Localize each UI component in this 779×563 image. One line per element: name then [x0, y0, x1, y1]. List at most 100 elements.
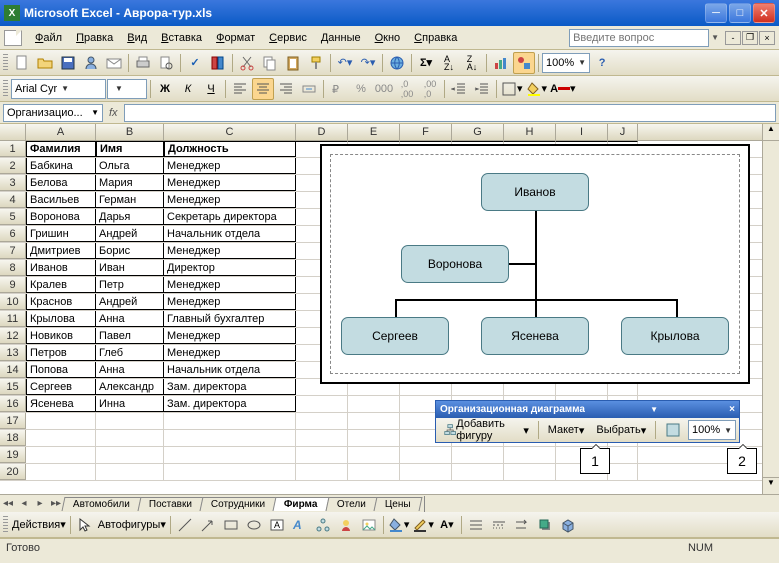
open-button[interactable] [34, 52, 56, 74]
cell-D17[interactable] [296, 413, 348, 429]
cell-B7[interactable]: Борис [96, 243, 164, 259]
font-size-combo[interactable]: ▼ [107, 79, 147, 99]
cell-B16[interactable]: Инна [96, 396, 164, 412]
row-header-11[interactable]: 11 [0, 311, 26, 327]
cell-A16[interactable]: Ясенева [26, 396, 96, 412]
print-button[interactable] [132, 52, 154, 74]
row-header-9[interactable]: 9 [0, 277, 26, 293]
menu-данные[interactable]: Данные [314, 29, 368, 47]
row-header-13[interactable]: 13 [0, 345, 26, 361]
cell-F19[interactable] [400, 447, 452, 463]
org-toolbar-close[interactable]: × [729, 404, 735, 415]
email-button[interactable] [103, 52, 125, 74]
cell-B3[interactable]: Мария [96, 175, 164, 191]
cell-A5[interactable]: Воронова [26, 209, 96, 225]
print-preview-button[interactable] [155, 52, 177, 74]
cell-A17[interactable] [26, 413, 96, 429]
cell-A13[interactable]: Петров [26, 345, 96, 361]
bold-button[interactable]: Ж [154, 78, 176, 100]
cell-B17[interactable] [96, 413, 164, 429]
help-question-input[interactable] [569, 29, 709, 47]
row-header-7[interactable]: 7 [0, 243, 26, 259]
row-header-6[interactable]: 6 [0, 226, 26, 242]
cell-C17[interactable] [164, 413, 296, 429]
borders-button[interactable]: ▾ [500, 78, 524, 100]
autoshapes-menu[interactable]: Автофигуры ▾ [97, 514, 167, 536]
cell-C19[interactable] [164, 447, 296, 463]
col-header-F[interactable]: F [400, 124, 452, 140]
cell-C10[interactable]: Менеджер [164, 294, 296, 310]
cell-E16[interactable] [348, 396, 400, 412]
actions-menu[interactable]: Действия ▾ [11, 514, 67, 536]
fx-label[interactable]: fx [109, 107, 118, 119]
spelling-button[interactable]: ✓ [184, 52, 206, 74]
menu-сервис[interactable]: Сервис [262, 29, 314, 47]
select-all-corner[interactable] [0, 124, 26, 140]
cell-B11[interactable]: Анна [96, 311, 164, 327]
cell-C16[interactable]: Зам. директора [164, 396, 296, 412]
row-header-3[interactable]: 3 [0, 175, 26, 191]
cell-E18[interactable] [348, 430, 400, 446]
cell-C15[interactable]: Зам. директора [164, 379, 296, 395]
cell-G19[interactable] [452, 447, 504, 463]
cell-B13[interactable]: Глеб [96, 345, 164, 361]
sheet-tab-5[interactable]: Цены [373, 497, 422, 511]
cell-A20[interactable] [26, 464, 96, 480]
percent-button[interactable]: % [350, 78, 372, 100]
menu-правка[interactable]: Правка [69, 29, 120, 47]
cell-A4[interactable]: Васильев [26, 192, 96, 208]
menu-справка[interactable]: Справка [407, 29, 464, 47]
drawing-toolbar-toggle[interactable] [513, 52, 535, 74]
cell-C2[interactable]: Менеджер [164, 158, 296, 174]
cell-A8[interactable]: Иванов [26, 260, 96, 276]
col-header-E[interactable]: E [348, 124, 400, 140]
sheet-nav-next[interactable]: ▸ [32, 496, 48, 512]
cell-A15[interactable]: Сергеев [26, 379, 96, 395]
row-header-16[interactable]: 16 [0, 396, 26, 412]
permission-button[interactable] [80, 52, 102, 74]
row-header-4[interactable]: 4 [0, 192, 26, 208]
font-name-combo[interactable]: Arial Cyr▼ [11, 79, 106, 99]
cell-C9[interactable]: Менеджер [164, 277, 296, 293]
cell-C8[interactable]: Директор [164, 260, 296, 276]
cell-C5[interactable]: Секретарь директора [164, 209, 296, 225]
sheet-tab-3[interactable]: Фирма [273, 497, 329, 511]
row-header-18[interactable]: 18 [0, 430, 26, 446]
row-header-8[interactable]: 8 [0, 260, 26, 276]
fill-color-button[interactable]: ▾ [525, 78, 549, 100]
cut-button[interactable] [236, 52, 258, 74]
mdi-close[interactable]: × [759, 31, 775, 45]
cell-C1[interactable]: Должность [164, 141, 296, 157]
cell-H20[interactable] [504, 464, 556, 480]
dash-style-button[interactable] [488, 514, 510, 536]
org-zoom-combo[interactable]: 100%▼ [688, 420, 736, 440]
cell-A12[interactable]: Новиков [26, 328, 96, 344]
cell-C14[interactable]: Начальник отдела [164, 362, 296, 378]
autosum-button[interactable]: Σ▾ [415, 52, 437, 74]
row-header-15[interactable]: 15 [0, 379, 26, 395]
copy-button[interactable] [259, 52, 281, 74]
fill-color-draw-button[interactable]: ▾ [387, 514, 411, 536]
increase-indent-button[interactable] [471, 78, 493, 100]
cell-B1[interactable]: Имя [96, 141, 164, 157]
col-header-I[interactable]: I [556, 124, 608, 140]
cell-B14[interactable]: Анна [96, 362, 164, 378]
save-button[interactable] [57, 52, 79, 74]
align-center-button[interactable] [252, 78, 274, 100]
font-color-button[interactable]: A▾ [549, 78, 576, 100]
sheet-tab-4[interactable]: Отели [325, 497, 377, 511]
org-chart-toolbar-title[interactable]: Организационная диаграмма ▼ × [436, 401, 739, 418]
cell-B8[interactable]: Иван [96, 260, 164, 276]
col-header-J[interactable]: J [608, 124, 638, 140]
cell-A11[interactable]: Крылова [26, 311, 96, 327]
format-painter-button[interactable] [305, 52, 327, 74]
mdi-minimize[interactable]: - [725, 31, 741, 45]
cell-B6[interactable]: Андрей [96, 226, 164, 242]
org-node-bottom-1[interactable]: Сергеев [341, 317, 449, 355]
merge-center-button[interactable] [298, 78, 320, 100]
cell-C6[interactable]: Начальник отдела [164, 226, 296, 242]
line-style-button[interactable] [465, 514, 487, 536]
cell-E20[interactable] [348, 464, 400, 480]
line-button[interactable] [174, 514, 196, 536]
italic-button[interactable]: К [177, 78, 199, 100]
